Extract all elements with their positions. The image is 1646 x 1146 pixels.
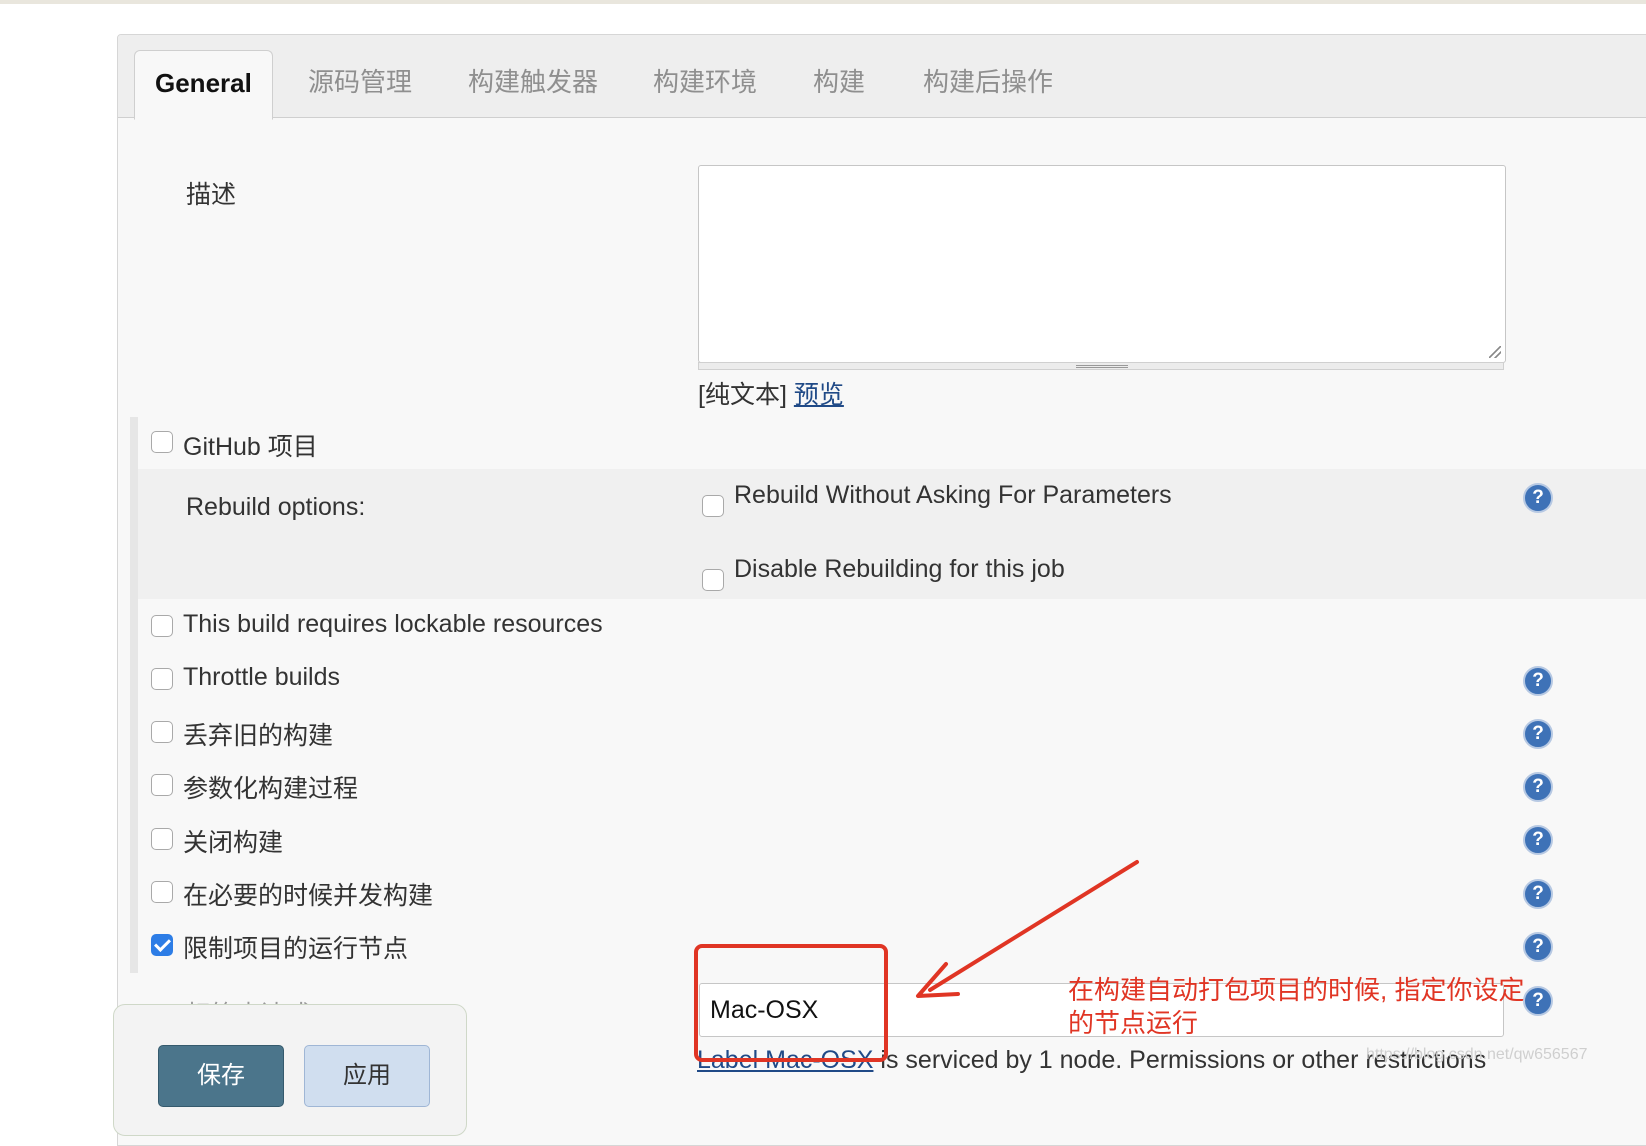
annotation-line-2: 的节点运行	[1068, 1008, 1199, 1038]
annotation-line-1: 在构建自动打包项目的时候, 指定你设定	[1068, 975, 1525, 1005]
annotation-text: 在构建自动打包项目的时候, 指定你设定 的节点运行	[1068, 974, 1548, 1040]
watermark: https://blog.csdn.net/qw656567	[1366, 1046, 1588, 1063]
annotation-arrow-icon	[916, 860, 1139, 998]
